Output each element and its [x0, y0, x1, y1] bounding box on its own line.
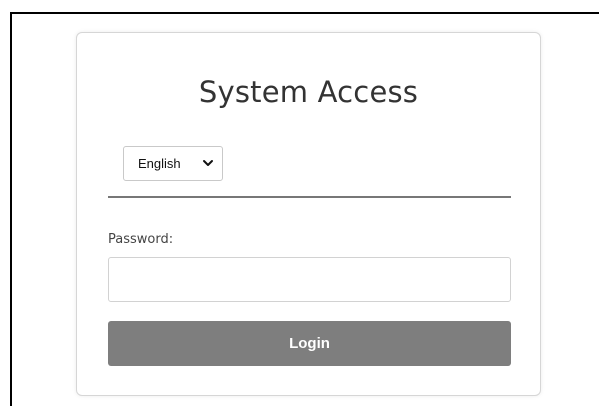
password-input[interactable] — [108, 257, 511, 302]
login-card: System Access English Password: Login — [76, 32, 541, 396]
language-select-value: English — [138, 156, 181, 171]
login-button[interactable]: Login — [108, 321, 511, 366]
chevron-down-icon — [203, 160, 213, 166]
divider — [108, 196, 511, 198]
page-title: System Access — [198, 75, 419, 109]
language-select[interactable]: English — [123, 146, 223, 181]
password-label: Password: — [108, 232, 174, 247]
